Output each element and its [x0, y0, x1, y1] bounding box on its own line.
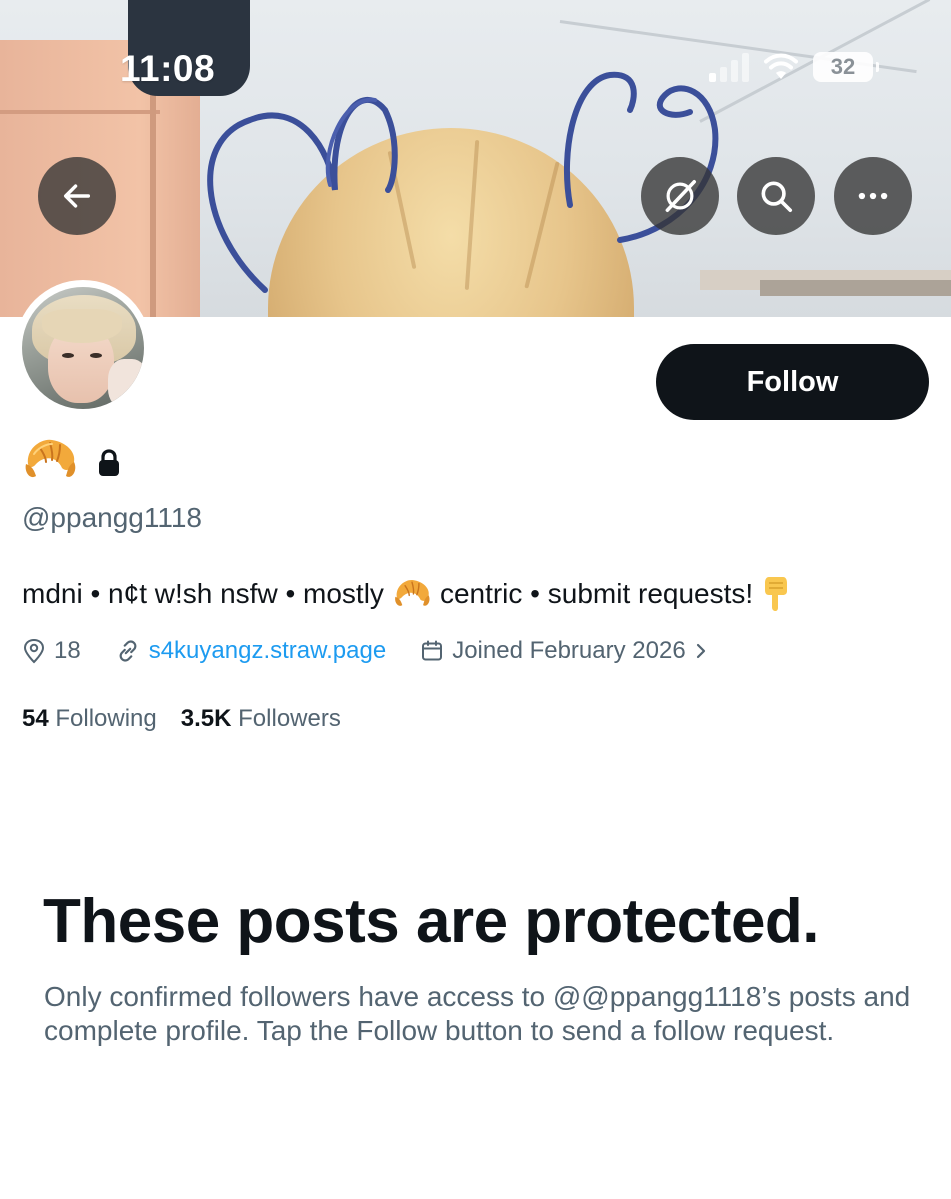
- display-name: [22, 434, 122, 491]
- bio-text: mdni • n¢t w!sh nsfw • mostly: [22, 578, 384, 609]
- status-icons: 32: [709, 52, 879, 82]
- status-time: 11:08: [120, 48, 216, 89]
- following-stat[interactable]: 54 Following: [22, 705, 157, 733]
- joined-date[interactable]: Joined February 2026: [420, 637, 707, 665]
- more-horizontal-icon: [858, 192, 888, 200]
- grok-button[interactable]: [641, 157, 719, 235]
- followers-stat[interactable]: 3.5K Followers: [181, 705, 341, 733]
- chevron-right-icon: [696, 643, 705, 659]
- followers-count: 3.5K: [180, 705, 232, 732]
- link-icon: [119, 640, 137, 662]
- profile-stats: 54 Following 3.5K Followers: [22, 705, 341, 733]
- arrow-left-icon: [63, 184, 91, 208]
- croissant-emoji: [392, 576, 432, 612]
- website-link[interactable]: s4kuyangz.straw.page: [115, 637, 386, 665]
- calendar-icon: [422, 640, 443, 661]
- cellular-signal-icon: [709, 52, 749, 82]
- battery-icon: 32: [813, 52, 879, 82]
- protected-body: Only confirmed followers have access to …: [44, 981, 911, 1046]
- profile-handle: @ppangg1118: [22, 502, 202, 533]
- profile-bio: mdni • n¢t w!sh nsfw • mostly centric • …: [22, 575, 799, 613]
- search-icon: [761, 181, 793, 213]
- followers-label: Followers: [238, 705, 341, 732]
- location-pin-icon: [23, 638, 45, 664]
- battery-level: 32: [830, 54, 856, 79]
- more-button[interactable]: [834, 157, 912, 235]
- protected-title: These posts are protected.: [43, 887, 820, 956]
- location: 18: [22, 637, 81, 665]
- website-text: s4kuyangz.straw.page: [148, 637, 387, 664]
- grok-slash-icon: [665, 180, 696, 212]
- lock-icon: [96, 448, 122, 478]
- profile-meta: 18 s4kuyangz.straw.page Joined February …: [22, 637, 742, 665]
- search-button[interactable]: [737, 157, 815, 235]
- profile-avatar[interactable]: [15, 280, 151, 416]
- back-button[interactable]: [38, 157, 116, 235]
- wifi-icon: [764, 53, 798, 79]
- following-count: 54: [22, 705, 49, 732]
- bio-text: centric • submit requests!: [439, 578, 754, 609]
- location-text: 18: [54, 637, 81, 664]
- pointing-down-emoji: [761, 575, 791, 613]
- croissant-emoji: [22, 434, 78, 491]
- following-label: Following: [55, 705, 157, 732]
- follow-button[interactable]: Follow: [656, 344, 929, 420]
- avatar-photo: [22, 287, 144, 409]
- joined-text: Joined February 2026: [452, 637, 686, 664]
- profile-banner[interactable]: 11:08 32: [0, 0, 951, 317]
